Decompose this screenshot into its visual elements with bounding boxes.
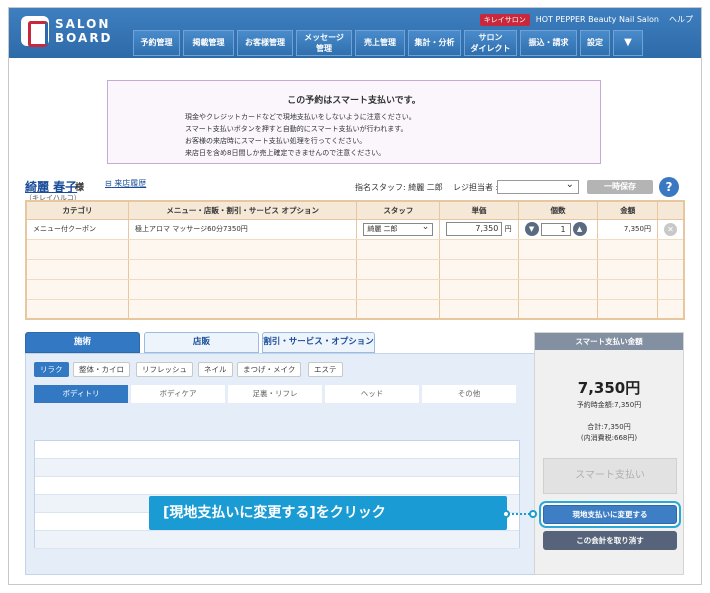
category-foot-reflex[interactable]: 足裏・リフレ bbox=[228, 385, 322, 403]
category-other[interactable]: その他 bbox=[422, 385, 516, 403]
list-item[interactable] bbox=[35, 477, 519, 495]
change-to-onsite-pay-button[interactable]: 現地支払いに変更する bbox=[543, 505, 677, 524]
tax-amount: (内消費税:668円) bbox=[580, 434, 638, 442]
total-amount: 合計:7,350円 bbox=[587, 423, 631, 431]
app-frame: SALON BOARD キレイサロン HOT PEPPER Beauty Nail… bbox=[8, 7, 702, 585]
row-menu: 極上アロマ マッサージ60分7350円 bbox=[127, 219, 358, 240]
row-qty-input[interactable]: 1 bbox=[540, 222, 571, 236]
col-menu: メニュー・店販・割引・サービス オプション bbox=[127, 200, 358, 220]
temporary-save-button[interactable]: 一時保存 bbox=[587, 180, 653, 194]
remove-row-icon[interactable]: ✕ bbox=[663, 222, 677, 236]
top-header: SALON BOARD キレイサロン HOT PEPPER Beauty Nail… bbox=[9, 8, 701, 58]
subtab-seitai[interactable]: 整体・カイロ bbox=[73, 362, 130, 377]
row-staff-select[interactable]: 綺麗 二郎 bbox=[363, 222, 434, 236]
notice-line: 来店日を含め8日間しか売上確定できませんので注意ください。 bbox=[185, 149, 386, 157]
nav-messages[interactable]: メッセージ 管理 bbox=[296, 30, 352, 56]
callout-dot-end bbox=[529, 510, 537, 518]
register-staff-select[interactable] bbox=[497, 179, 579, 194]
row-price-cell: 7,350 円 bbox=[439, 219, 519, 240]
expand-icon: ⊟ bbox=[105, 179, 112, 188]
header-utility: キレイサロン HOT PEPPER Beauty Nail Salon ヘルプ bbox=[479, 14, 693, 28]
list-item[interactable] bbox=[35, 531, 519, 549]
tab-retail[interactable]: 店販 bbox=[144, 332, 259, 353]
nav-customers[interactable]: お客様管理 bbox=[237, 30, 293, 56]
nav-salon-direct[interactable]: サロン ダイレクト bbox=[464, 30, 517, 56]
category-head[interactable]: ヘッド bbox=[325, 385, 419, 403]
table-row bbox=[25, 299, 685, 320]
checkout-table: カテゴリ メニュー・店販・割引・サービス オプション スタッフ 単価 個数 金額… bbox=[25, 200, 685, 320]
col-category: カテゴリ bbox=[25, 200, 129, 220]
payment-panel: スマート支払い金額 7,350円 予約時金額:7,350円 合計:7,350円 … bbox=[534, 332, 684, 575]
salon-board-logo[interactable]: SALON BOARD bbox=[21, 16, 131, 50]
qty-decrease-icon[interactable]: ▼ bbox=[524, 222, 539, 236]
visit-history-label: 来店履歴 bbox=[114, 179, 147, 188]
nav-reservations[interactable]: 予約管理 bbox=[133, 30, 180, 56]
reserved-amount: 予約時金額:7,350円 bbox=[576, 401, 642, 409]
table-row bbox=[25, 259, 685, 280]
payment-panel-header: スマート支払い金額 bbox=[535, 333, 683, 350]
notice-line: スマート支払いボタンを押すと自動的にスマート支払いが行われます。 bbox=[185, 125, 408, 133]
nav-analytics[interactable]: 集計・分析 bbox=[408, 30, 461, 56]
treatment-panel: リラク 整体・カイロ リフレッシュ ネイル まつげ・メイク エステ ボディトリ … bbox=[25, 353, 535, 575]
payment-amount: 7,350円 bbox=[577, 379, 641, 397]
subtab-nail[interactable]: ネイル bbox=[198, 362, 233, 377]
col-remove bbox=[656, 200, 685, 220]
nav-listing[interactable]: 掲載管理 bbox=[183, 30, 234, 56]
customer-honorific: 様 bbox=[75, 183, 85, 193]
main-nav: 予約管理 掲載管理 お客様管理メッセージ 管理売上管理 集計・分析サロン ダイレクト振… bbox=[133, 30, 646, 56]
callout-dot-start bbox=[502, 510, 510, 518]
list-item[interactable] bbox=[35, 459, 519, 477]
instruction-callout: [現地支払いに変更する]をクリック bbox=[149, 496, 507, 530]
menu-list bbox=[34, 440, 520, 549]
col-quantity: 個数 bbox=[517, 200, 599, 220]
row-remove-cell: ✕ bbox=[656, 219, 685, 240]
help-link[interactable]: ヘルプ bbox=[669, 15, 693, 24]
logo-mark-icon bbox=[21, 16, 49, 47]
row-amount: 7,350円 bbox=[597, 219, 658, 240]
salon-name: HOT PEPPER Beauty Nail Salon bbox=[535, 15, 659, 24]
register-staff-label: レジ担当者 : bbox=[453, 183, 499, 192]
qty-increase-icon[interactable]: ▲ bbox=[572, 222, 587, 236]
nav-billing[interactable]: 振込・請求 bbox=[520, 30, 577, 56]
kirei-salon-badge: キレイサロン bbox=[479, 14, 530, 26]
subtab-lash-makeup[interactable]: まつげ・メイク bbox=[237, 362, 302, 377]
row-category: メニュー付クーポン bbox=[25, 219, 129, 240]
table-row: メニュー付クーポン 極上アロマ マッサージ60分7350円 綺麗 二郎 7,35… bbox=[25, 219, 685, 240]
table-row bbox=[25, 279, 685, 300]
notice-line: お客様の来店時にスマート支払い処理を行ってください。 bbox=[185, 137, 367, 145]
row-staff-cell: 綺麗 二郎 bbox=[356, 219, 441, 240]
row-price-input[interactable]: 7,350 bbox=[446, 222, 503, 236]
table-header-row: カテゴリ メニュー・店販・割引・サービス オプション スタッフ 単価 個数 金額 bbox=[25, 200, 685, 220]
tab-discount-options[interactable]: 割引・サービス・オプション bbox=[262, 332, 375, 353]
table-row bbox=[25, 239, 685, 260]
tab-treatment[interactable]: 施術 bbox=[25, 332, 140, 353]
notice-title: この予約はスマート支払いです。 bbox=[287, 96, 421, 106]
list-item[interactable] bbox=[35, 441, 519, 459]
designated-staff: 指名スタッフ: 綺麗 二郎 bbox=[355, 183, 443, 192]
cancel-checkout-button[interactable]: この会計を取り消す bbox=[543, 531, 677, 550]
nav-settings[interactable]: 設定 bbox=[580, 30, 610, 56]
yen-unit: 円 bbox=[504, 225, 512, 233]
col-price: 単価 bbox=[439, 200, 519, 220]
nav-sales[interactable]: 売上管理 bbox=[355, 30, 405, 56]
smart-pay-button[interactable]: スマート支払い bbox=[543, 458, 677, 494]
category-body-care[interactable]: ボディケア bbox=[131, 385, 225, 403]
help-icon[interactable]: ? bbox=[659, 177, 679, 197]
smart-pay-notice: この予約はスマート支払いです。 現金やクレジットカードなどで現地支払いをしないよ… bbox=[107, 80, 601, 164]
notice-body: 現金やクレジットカードなどで現地支払いをしないように注意ください。 スマート支払… bbox=[185, 111, 416, 159]
category-body-tori[interactable]: ボディトリ bbox=[34, 385, 128, 403]
nav-more-icon[interactable]: ▼ bbox=[613, 30, 643, 56]
visit-history-link[interactable]: ⊟ 来店履歴 bbox=[105, 178, 146, 189]
logo-text: SALON BOARD bbox=[55, 17, 113, 45]
notice-line: 現金やクレジットカードなどで現地支払いをしないように注意ください。 bbox=[185, 113, 416, 121]
col-staff: スタッフ bbox=[356, 200, 441, 220]
subtab-esthetic[interactable]: エステ bbox=[308, 362, 343, 377]
row-qty-cell: ▼ 1 ▲ bbox=[517, 219, 599, 240]
col-amount: 金額 bbox=[597, 200, 658, 220]
subtab-refresh[interactable]: リフレッシュ bbox=[136, 362, 193, 377]
subtab-relax[interactable]: リラク bbox=[34, 362, 69, 377]
